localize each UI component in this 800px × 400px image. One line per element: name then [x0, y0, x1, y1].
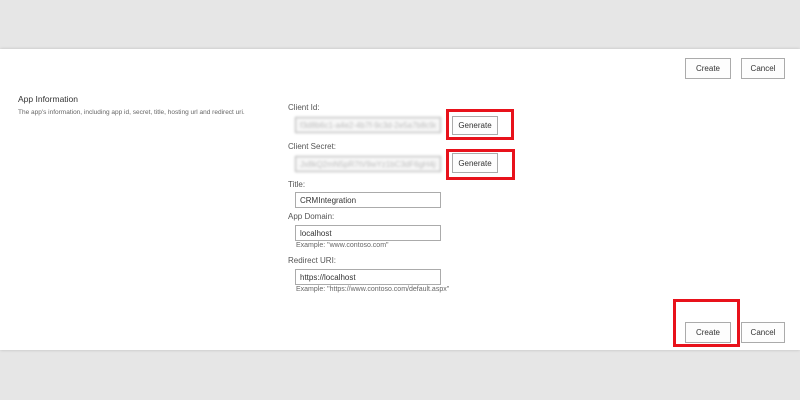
client-id-label: Client Id:	[288, 103, 320, 112]
title-field[interactable]	[295, 192, 441, 208]
client-secret-field[interactable]	[295, 156, 441, 172]
redirect-uri-example: Example: "https://www.contoso.com/defaul…	[296, 286, 450, 293]
cancel-button-top[interactable]: Cancel	[741, 58, 785, 79]
app-domain-label: App Domain:	[288, 212, 335, 221]
app-domain-field[interactable]	[295, 225, 441, 241]
section-description: The app's information, including app id,…	[18, 109, 245, 116]
client-secret-label: Client Secret:	[288, 142, 337, 151]
create-button-bottom[interactable]: Create	[685, 322, 731, 343]
generate-client-secret-button[interactable]: Generate	[452, 153, 498, 173]
redirect-uri-label: Redirect URI:	[288, 256, 337, 265]
cancel-button-bottom[interactable]: Cancel	[741, 322, 785, 343]
create-button-top[interactable]: Create	[685, 58, 731, 79]
redirect-uri-field[interactable]	[295, 269, 441, 285]
section-title: App Information	[18, 94, 79, 104]
title-label: Title:	[288, 180, 306, 189]
app-domain-example: Example: "www.contoso.com"	[296, 242, 389, 249]
client-id-field[interactable]	[295, 117, 441, 133]
generate-client-id-button[interactable]: Generate	[452, 116, 498, 135]
